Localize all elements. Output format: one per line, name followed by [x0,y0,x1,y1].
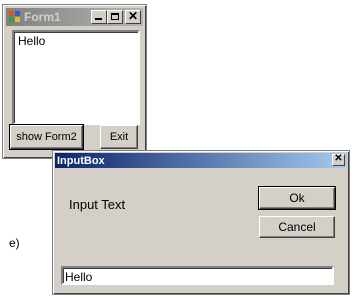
close-icon: ✕ [127,9,139,23]
exit-button[interactable]: Exit [100,125,138,149]
form1-window: Form1 ✕ Hello show Form2 Exit [2,4,147,159]
ok-button[interactable]: Ok [258,186,336,210]
listbox[interactable]: Hello [12,30,140,125]
input-text-field[interactable] [61,266,334,285]
app-icon[interactable] [9,11,21,23]
show-form2-button[interactable]: show Form2 [9,124,84,150]
close-icon: ✕ [334,153,343,164]
prompt-label: Input Text [69,197,126,212]
form1-close-button[interactable]: ✕ [125,9,141,24]
side-label: e) [9,236,20,250]
inputbox-title: InputBox [57,154,105,167]
form1-title: Form1 [24,10,61,24]
form1-title-bar[interactable]: Form1 ✕ [6,8,143,26]
maximize-button[interactable] [107,10,123,24]
cancel-button[interactable]: Cancel [259,216,335,238]
inputbox-close-button[interactable]: ✕ [332,153,345,166]
inputbox-title-bar[interactable]: InputBox ✕ [55,153,347,168]
minimize-button[interactable] [91,10,107,24]
maximize-icon [111,13,119,20]
inputbox-window: InputBox ✕ Input Text Ok Cancel [52,150,350,295]
list-item[interactable]: Hello [18,34,45,48]
minimize-icon [95,18,102,20]
